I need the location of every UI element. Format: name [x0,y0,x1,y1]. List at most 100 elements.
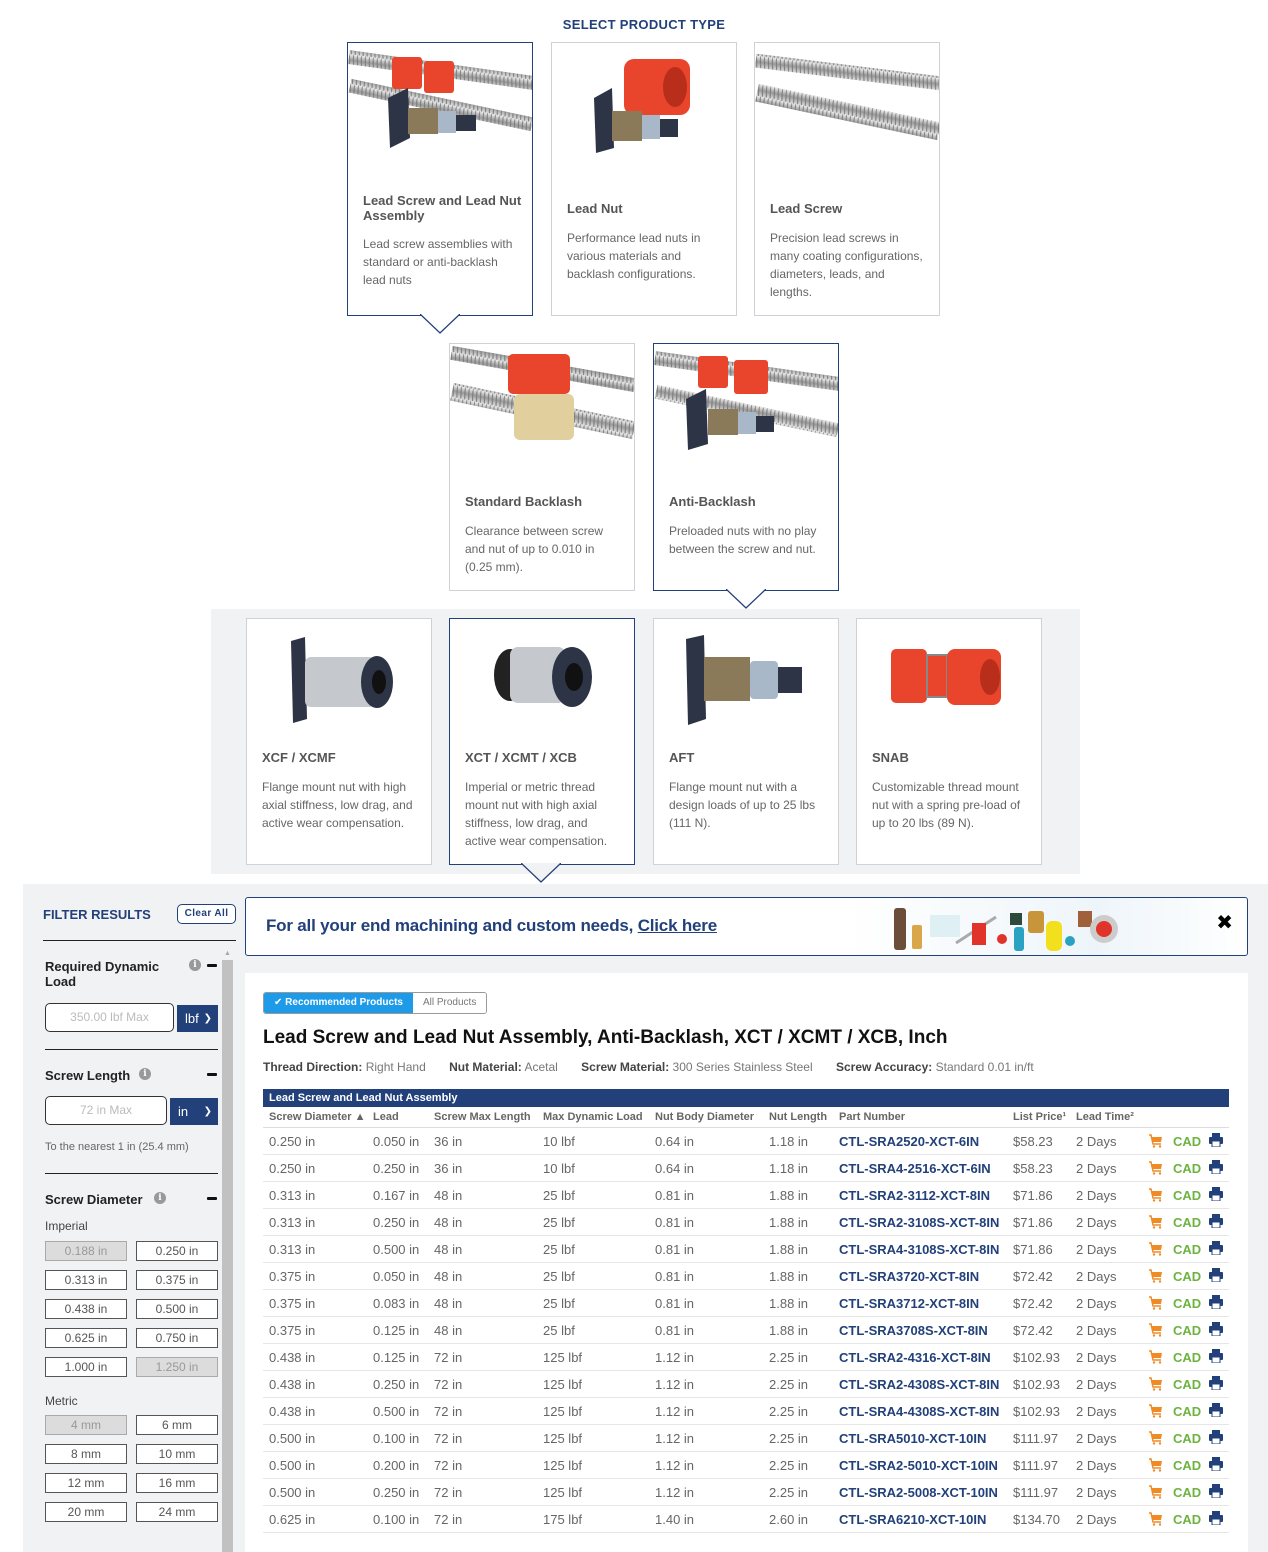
product-card-lead-nut[interactable]: Lead Nut Performance lead nuts in variou… [551,42,737,316]
cell-part-number[interactable]: CTL-SRA3720-XCT-8IN [839,1269,979,1284]
print-icon[interactable] [1209,1322,1223,1337]
cart-icon[interactable] [1149,1134,1163,1148]
nut-card-aft[interactable]: AFT Flange mount nut with a design loads… [653,618,839,865]
clear-all-button[interactable]: Clear All [177,904,236,924]
print-icon[interactable] [1209,1376,1223,1391]
diameter-option[interactable]: 0.438 in [45,1299,127,1319]
cell-part-number[interactable]: CTL-SRA4-3108S-XCT-8IN [839,1242,999,1257]
cart-icon[interactable] [1149,1377,1163,1391]
cad-download-link[interactable]: CAD [1173,1485,1201,1500]
banner-click-here-link[interactable]: Click here [638,916,717,935]
print-icon[interactable] [1209,1430,1223,1445]
diameter-option[interactable]: 1.000 in [45,1357,127,1377]
cad-download-link[interactable]: CAD [1173,1431,1201,1446]
cell-part-number[interactable]: CTL-SRA5010-XCT-10IN [839,1431,986,1446]
col-nut-length[interactable]: Nut Length [769,1111,827,1123]
diameter-option[interactable]: 0.250 in [136,1241,218,1261]
diameter-option[interactable]: 20 mm [45,1502,127,1522]
filter-scroll-thumb[interactable] [222,960,233,1552]
cell-part-number[interactable]: CTL-SRA6210-XCT-10IN [839,1512,986,1527]
info-icon[interactable]: i [139,1068,151,1080]
product-card-lead-screw[interactable]: Lead Screw Precision lead screws in many… [754,42,940,316]
print-icon[interactable] [1209,1160,1223,1175]
cart-icon[interactable] [1149,1512,1163,1526]
col-lead[interactable]: Lead [373,1111,399,1123]
cad-download-link[interactable]: CAD [1173,1458,1201,1473]
cart-icon[interactable] [1149,1188,1163,1202]
cell-part-number[interactable]: CTL-SRA2520-XCT-6IN [839,1134,979,1149]
cart-icon[interactable] [1149,1350,1163,1364]
print-icon[interactable] [1209,1133,1223,1148]
print-icon[interactable] [1209,1187,1223,1202]
print-icon[interactable] [1209,1511,1223,1526]
diameter-option[interactable]: 6 mm [136,1415,218,1435]
cart-icon[interactable] [1149,1215,1163,1229]
cart-icon[interactable] [1149,1242,1163,1256]
screw-length-unit-select[interactable]: in ❯ [170,1098,218,1125]
cell-part-number[interactable]: CTL-SRA4-2516-XCT-6IN [839,1161,991,1176]
cad-download-link[interactable]: CAD [1173,1161,1201,1176]
cell-part-number[interactable]: CTL-SRA2-3108S-XCT-8IN [839,1215,999,1230]
dynamic-load-unit-select[interactable]: lbf ❯ [177,1005,218,1032]
cad-download-link[interactable]: CAD [1173,1242,1201,1257]
print-icon[interactable] [1209,1457,1223,1472]
print-icon[interactable] [1209,1241,1223,1256]
cad-download-link[interactable]: CAD [1173,1215,1201,1230]
cart-icon[interactable] [1149,1323,1163,1337]
cell-part-number[interactable]: CTL-SRA2-4308S-XCT-8IN [839,1377,999,1392]
cad-download-link[interactable]: CAD [1173,1377,1201,1392]
print-icon[interactable] [1209,1349,1223,1364]
cell-part-number[interactable]: CTL-SRA2-4316-XCT-8IN [839,1350,991,1365]
cad-download-link[interactable]: CAD [1173,1296,1201,1311]
dynamic-load-input[interactable]: 350.00 lbf Max [45,1003,174,1032]
col-lead-time[interactable]: Lead Time² [1076,1111,1134,1123]
print-icon[interactable] [1209,1403,1223,1418]
collapse-minus-icon[interactable] [207,1073,217,1076]
cart-icon[interactable] [1149,1269,1163,1283]
diameter-option[interactable]: 0.500 in [136,1299,218,1319]
scroll-up-arrow[interactable]: ▲ [224,950,231,957]
cad-download-link[interactable]: CAD [1173,1269,1201,1284]
col-list-price[interactable]: List Price¹ [1013,1111,1066,1123]
info-icon[interactable]: i [154,1192,166,1204]
diameter-option[interactable]: 0.625 in [45,1328,127,1348]
cell-part-number[interactable]: CTL-SRA2-5008-XCT-10IN [839,1485,998,1500]
cell-part-number[interactable]: CTL-SRA4-4308S-XCT-8IN [839,1404,999,1419]
cad-download-link[interactable]: CAD [1173,1188,1201,1203]
diameter-option[interactable]: 16 mm [136,1473,218,1493]
cart-icon[interactable] [1149,1296,1163,1310]
nut-card-snab[interactable]: SNAB Customizable thread mount nut with … [856,618,1042,865]
nut-card-xct[interactable]: XCT / XCMT / XCB Imperial or metric thre… [449,618,635,865]
cart-icon[interactable] [1149,1161,1163,1175]
collapse-minus-icon[interactable] [207,1197,217,1200]
cell-part-number[interactable]: CTL-SRA2-5010-XCT-10IN [839,1458,998,1473]
diameter-option[interactable]: 8 mm [45,1444,127,1464]
print-icon[interactable] [1209,1268,1223,1283]
backlash-card-standard[interactable]: Standard Backlash Clearance between scre… [449,343,635,591]
col-nut-body-diameter[interactable]: Nut Body Diameter [655,1111,754,1123]
diameter-option[interactable]: 0.750 in [136,1328,218,1348]
diameter-option[interactable]: 0.375 in [136,1270,218,1290]
cell-part-number[interactable]: CTL-SRA3708S-XCT-8IN [839,1323,988,1338]
diameter-option[interactable]: 10 mm [136,1444,218,1464]
cart-icon[interactable] [1149,1458,1163,1472]
cart-icon[interactable] [1149,1431,1163,1445]
col-max-dynamic-load[interactable]: Max Dynamic Load [543,1111,643,1123]
recommended-products-tab[interactable]: ✔ Recommended Products [264,993,413,1013]
all-products-tab[interactable]: All Products [412,993,487,1013]
diameter-option[interactable]: 0.313 in [45,1270,127,1290]
screw-length-input[interactable]: 72 in Max [45,1096,167,1125]
diameter-option[interactable]: 12 mm [45,1473,127,1493]
print-icon[interactable] [1209,1214,1223,1229]
cart-icon[interactable] [1149,1485,1163,1499]
print-icon[interactable] [1209,1484,1223,1499]
cad-download-link[interactable]: CAD [1173,1134,1201,1149]
cart-icon[interactable] [1149,1404,1163,1418]
diameter-option[interactable]: 24 mm [136,1502,218,1522]
cell-part-number[interactable]: CTL-SRA2-3112-XCT-8IN [839,1188,990,1203]
nut-card-xcf[interactable]: XCF / XCMF Flange mount nut with high ax… [246,618,432,865]
cad-download-link[interactable]: CAD [1173,1350,1201,1365]
cad-download-link[interactable]: CAD [1173,1323,1201,1338]
collapse-minus-icon[interactable] [207,964,217,967]
cad-download-link[interactable]: CAD [1173,1404,1201,1419]
